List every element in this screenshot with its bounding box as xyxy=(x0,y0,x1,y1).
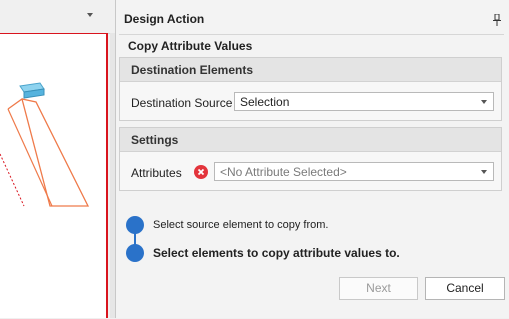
design-action-panel: Design Action Copy Attribute Values Dest… xyxy=(115,0,509,318)
destination-group-header: Destination Elements xyxy=(120,58,501,82)
destination-group: Destination Elements Destination Source … xyxy=(119,57,502,121)
attributes-value: <No Attribute Selected> xyxy=(220,165,347,179)
viewport-header xyxy=(0,0,114,34)
action-title: Copy Attribute Values xyxy=(128,39,253,53)
cancel-button[interactable]: Cancel xyxy=(425,277,505,300)
destination-source-label: Destination Source xyxy=(131,96,233,110)
chevron-down-icon[interactable] xyxy=(481,100,487,104)
settings-heading: Settings xyxy=(131,133,179,147)
shape-outline-2 xyxy=(21,98,90,207)
chevron-down-icon[interactable] xyxy=(87,13,93,17)
attributes-label: Attributes xyxy=(131,166,182,180)
shape-edge xyxy=(7,108,53,207)
step-2-text: Select elements to copy attribute values… xyxy=(153,246,400,260)
dotted-guide xyxy=(0,153,25,207)
error-icon xyxy=(194,165,208,179)
next-button[interactable]: Next xyxy=(339,277,418,300)
chevron-down-icon[interactable] xyxy=(481,170,487,174)
settings-group-header: Settings xyxy=(120,128,501,152)
attributes-combo[interactable]: <No Attribute Selected> xyxy=(214,162,494,181)
destination-source-combo[interactable]: Selection xyxy=(234,92,494,111)
pin-icon[interactable] xyxy=(492,14,502,26)
step-indicator-icon xyxy=(126,244,144,262)
viewport-drawing xyxy=(0,82,90,207)
settings-group: Settings Attributes <No Attribute Select… xyxy=(119,127,502,191)
design-viewport[interactable] xyxy=(0,33,108,318)
panel-header: Design Action xyxy=(116,5,509,33)
panel-title: Design Action xyxy=(124,12,205,26)
destination-heading: Destination Elements xyxy=(131,63,254,77)
step-1-text: Select source element to copy from. xyxy=(153,219,329,231)
action-title-bar: Copy Attribute Values xyxy=(119,34,504,57)
shape-outline-1 xyxy=(7,97,66,207)
destination-source-value: Selection xyxy=(240,95,290,109)
